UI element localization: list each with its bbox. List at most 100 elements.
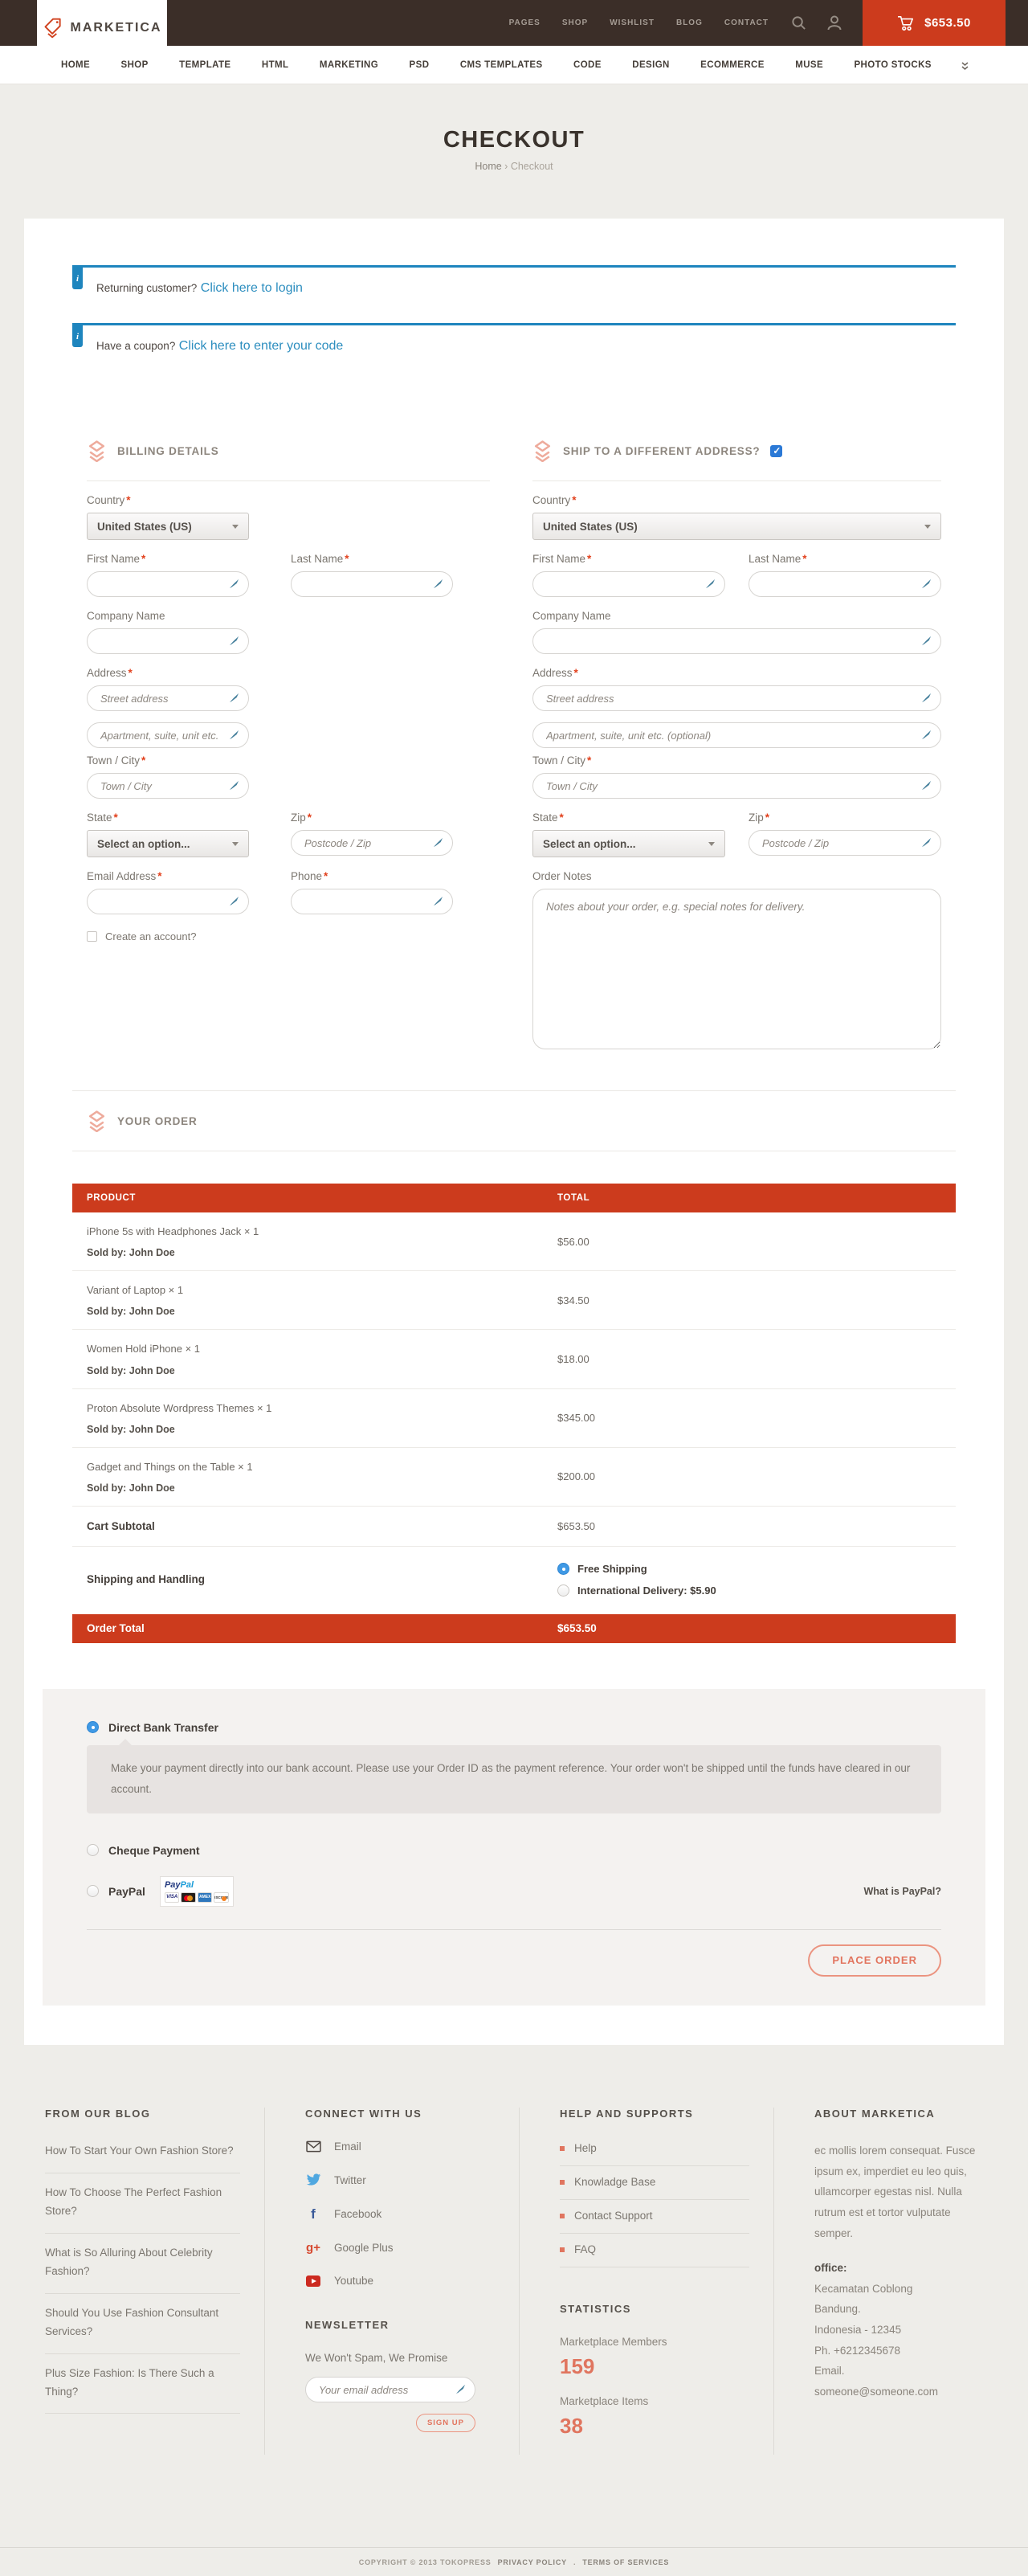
nav-muse[interactable]: MUSE [795, 60, 823, 70]
shipping-state-select[interactable]: Select an option... [532, 830, 725, 857]
nav-code[interactable]: CODE [573, 60, 602, 70]
shipping-title: SHIP TO A DIFFERENT ADDRESS? [563, 445, 760, 457]
blog-link[interactable]: Should You Use Fashion Consultant Servic… [45, 2294, 240, 2354]
shipping-address2-input[interactable] [532, 722, 941, 748]
nav-marketing[interactable]: MARKETING [320, 60, 378, 70]
nav-psd[interactable]: PSD [410, 60, 430, 70]
blog-link[interactable]: How To Start Your Own Fashion Store? [45, 2141, 240, 2173]
visa-card-icon: VISA [165, 1892, 180, 1903]
shipping-zip-input[interactable] [749, 830, 941, 856]
help-link[interactable]: Help [560, 2141, 749, 2166]
terms-link[interactable]: TERMS OF SERVICES [582, 2558, 669, 2566]
coupon-notice: i Have a coupon? Click here to enter you… [72, 323, 956, 365]
product-name[interactable]: iPhone 5s with Headphones Jack × 1 [72, 1225, 543, 1239]
bullet-icon [560, 2214, 565, 2218]
shipping-country-select[interactable]: United States (US) [532, 513, 941, 540]
place-order-button[interactable]: PLACE ORDER [808, 1944, 941, 1977]
nav-template[interactable]: TEMPLATE [179, 60, 230, 70]
office-line: Kecamatan Coblong [814, 2283, 912, 2295]
top-nav-shop[interactable]: SHOP [562, 18, 588, 27]
shipping-last-name-input[interactable] [749, 571, 941, 597]
office-line: Indonesia - 12345 [814, 2324, 901, 2336]
billing-city-input[interactable] [87, 773, 249, 799]
shipping-address1-input[interactable] [532, 685, 941, 711]
billing-company-input[interactable] [87, 628, 249, 654]
paypal-radio[interactable] [87, 1885, 99, 1897]
footer-help-title: HELP AND SUPPORTS [560, 2108, 749, 2120]
billing-last-name-input[interactable] [291, 571, 453, 597]
breadcrumb-home[interactable]: Home [475, 161, 501, 172]
social-twitter-link[interactable]: Twitter [305, 2173, 495, 2186]
billing-phone-input[interactable] [291, 889, 453, 914]
subtotal-label: Cart Subtotal [72, 1520, 543, 1532]
free-shipping-radio[interactable] [557, 1563, 569, 1575]
cart-button[interactable]: $653.50 [863, 0, 1006, 46]
payment-method-paypal: PayPal PayPal VISA AMEX DISCOVER What is… [87, 1876, 941, 1907]
item-total: $56.00 [543, 1236, 956, 1248]
shipping-label: Shipping and Handling [72, 1573, 543, 1585]
bank-transfer-radio[interactable] [87, 1721, 99, 1733]
chevron-double-down-icon[interactable] [960, 60, 970, 75]
nav-photo-stocks[interactable]: PHOTO STOCKS [854, 60, 931, 70]
billing-last-name-label: Last Name* [291, 553, 453, 565]
coupon-link[interactable]: Click here to enter your code [179, 339, 344, 353]
social-googleplus-link[interactable]: g+ Google Plus [305, 2242, 495, 2254]
billing-first-name-input[interactable] [87, 571, 249, 597]
top-nav: PAGES SHOP WISHLIST BLOG CONTACT [509, 18, 769, 27]
top-nav-contact[interactable]: CONTACT [724, 18, 769, 27]
knowledge-base-link[interactable]: Knowladge Base [560, 2166, 749, 2200]
cheque-label: Cheque Payment [108, 1844, 200, 1857]
notice-text: Have a coupon? [96, 340, 175, 352]
faq-link[interactable]: FAQ [560, 2234, 749, 2267]
order-notes-textarea[interactable] [532, 889, 941, 1049]
billing-address1-input[interactable] [87, 685, 249, 711]
billing-state-select[interactable]: Select an option... [87, 830, 249, 857]
top-nav-blog[interactable]: BLOG [676, 18, 703, 27]
social-facebook-link[interactable]: f Facebook [305, 2207, 495, 2221]
members-label: Marketplace Members [560, 2336, 749, 2348]
create-account-checkbox[interactable] [87, 931, 97, 942]
product-name[interactable]: Gadget and Things on the Table × 1 [72, 1460, 543, 1474]
shipping-city-input[interactable] [532, 773, 941, 799]
login-link[interactable]: Click here to login [201, 281, 303, 295]
newsletter-email-input[interactable] [305, 2377, 475, 2402]
cheque-radio[interactable] [87, 1844, 99, 1856]
nav-cms-templates[interactable]: CMS TEMPLATES [460, 60, 543, 70]
shipping-company-input[interactable] [532, 628, 941, 654]
billing-email-input[interactable] [87, 889, 249, 914]
product-name[interactable]: Proton Absolute Wordpress Themes × 1 [72, 1401, 543, 1416]
billing-zip-input[interactable] [291, 830, 453, 856]
blog-link[interactable]: Plus Size Fashion: Is There Such a Thing… [45, 2354, 240, 2414]
search-icon[interactable] [791, 15, 806, 31]
product-name[interactable]: Women Hold iPhone × 1 [72, 1342, 543, 1356]
blog-link[interactable]: How To Choose The Perfect Fashion Store? [45, 2173, 240, 2234]
product-name[interactable]: Variant of Laptop × 1 [72, 1283, 543, 1298]
order-item-row: iPhone 5s with Headphones Jack × 1 Sold … [72, 1212, 956, 1271]
your-order-header: YOUR ORDER [87, 1109, 956, 1133]
social-youtube-link[interactable]: Youtube [305, 2275, 495, 2287]
top-nav-pages[interactable]: PAGES [509, 18, 541, 27]
nav-home[interactable]: HOME [61, 60, 90, 70]
signup-button[interactable]: SIGN UP [416, 2414, 475, 2432]
top-nav-wishlist[interactable]: WISHLIST [610, 18, 655, 27]
contact-support-link[interactable]: Contact Support [560, 2200, 749, 2234]
shipping-first-name-input[interactable] [532, 571, 725, 597]
international-delivery-radio[interactable] [557, 1584, 569, 1597]
nav-design[interactable]: DESIGN [632, 60, 670, 70]
user-account-icon[interactable] [827, 15, 842, 31]
ship-different-checkbox[interactable] [770, 445, 782, 457]
what-is-paypal-link[interactable]: What is PayPal? [863, 1886, 941, 1897]
bank-transfer-label: Direct Bank Transfer [108, 1721, 218, 1734]
email-icon [305, 2141, 321, 2153]
billing-country-select[interactable]: United States (US) [87, 513, 249, 540]
nav-shop[interactable]: SHOP [121, 60, 149, 70]
nav-html[interactable]: HTML [262, 60, 289, 70]
social-email-link[interactable]: Email [305, 2141, 495, 2153]
privacy-policy-link[interactable]: PRIVACY POLICY [498, 2558, 567, 2566]
billing-address2-input[interactable] [87, 722, 249, 748]
chevron-down-icon [232, 842, 239, 846]
blog-link[interactable]: What is So Alluring About Celebrity Fash… [45, 2234, 240, 2294]
nav-ecommerce[interactable]: ECOMMERCE [700, 60, 765, 70]
paypal-cards-image[interactable]: PayPal VISA AMEX DISCOVER [160, 1876, 234, 1907]
brand-logo[interactable]: MARKETICA [37, 0, 167, 56]
